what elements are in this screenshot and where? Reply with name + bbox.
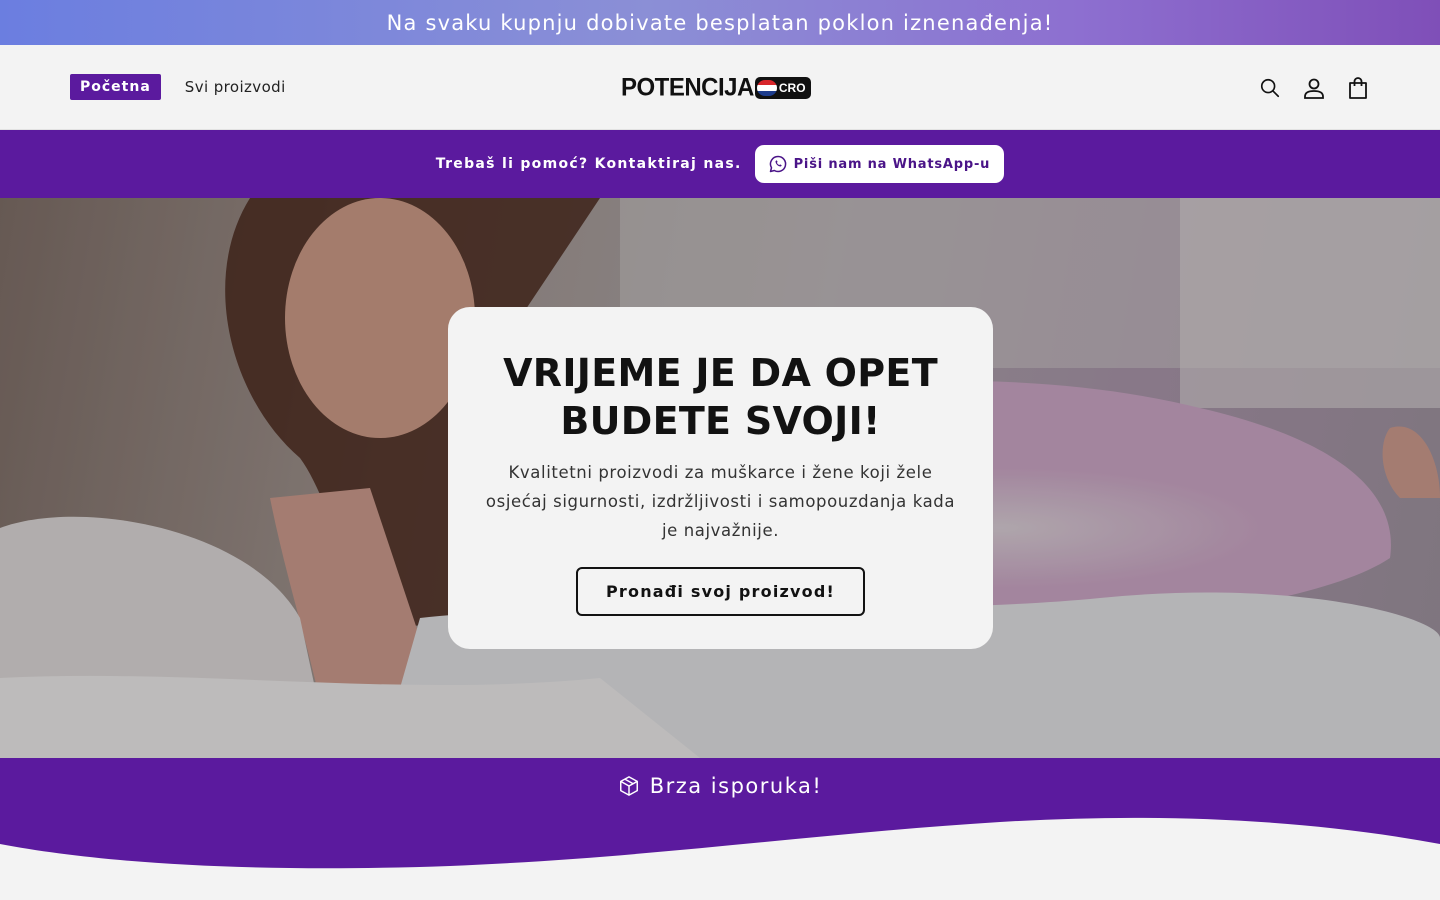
whatsapp-button[interactable]: Piši nam na WhatsApp-u	[754, 145, 1005, 183]
hero-banner: VRIJEME JE DA OPET BUDETE SVOJI! Kvalite…	[0, 198, 1440, 758]
delivery-banner: Brza isporuka!	[0, 758, 1440, 900]
search-icon[interactable]	[1258, 75, 1282, 101]
whatsapp-button-label: Piši nam na WhatsApp-u	[793, 156, 991, 172]
logo-badge-text: CRO	[778, 81, 806, 95]
package-icon	[618, 775, 640, 797]
main-nav: Početna Svi proizvodi	[70, 74, 286, 100]
find-product-button[interactable]: Pronađi svoj proizvod!	[575, 567, 865, 616]
help-bar: Trebaš li pomoć? Kontaktiraj nas. Piši n…	[0, 130, 1440, 198]
delivery-row: Brza isporuka!	[0, 774, 1440, 798]
announcement-text: Na svaku kupnju dobivate besplatan poklo…	[386, 10, 1054, 35]
help-text: Trebaš li pomoć? Kontaktiraj nas.	[435, 156, 742, 172]
logo-badge: CRO	[754, 77, 811, 99]
hero-title: VRIJEME JE DA OPET BUDETE SVOJI!	[503, 351, 938, 443]
whatsapp-icon	[768, 154, 788, 174]
announcement-bar: Na svaku kupnju dobivate besplatan poklo…	[0, 0, 1440, 45]
cart-icon[interactable]	[1346, 75, 1370, 101]
site-header: Početna Svi proizvodi POTENCIJA CRO	[0, 45, 1440, 130]
delivery-text: Brza isporuka!	[649, 774, 823, 798]
account-icon[interactable]	[1302, 75, 1326, 101]
hero-subtitle: Kvalitetni proizvodi za muškarce i žene …	[485, 463, 956, 540]
nav-link-all-products[interactable]: Svi proizvodi	[185, 78, 286, 96]
nav-link-home[interactable]: Početna	[70, 74, 161, 100]
header-actions	[1258, 75, 1370, 101]
logo-text: POTENCIJA	[621, 73, 754, 102]
site-logo[interactable]: POTENCIJA CRO	[621, 73, 811, 102]
croatia-flag-icon	[756, 80, 777, 96]
hero-card: VRIJEME JE DA OPET BUDETE SVOJI! Kvalite…	[448, 307, 993, 649]
